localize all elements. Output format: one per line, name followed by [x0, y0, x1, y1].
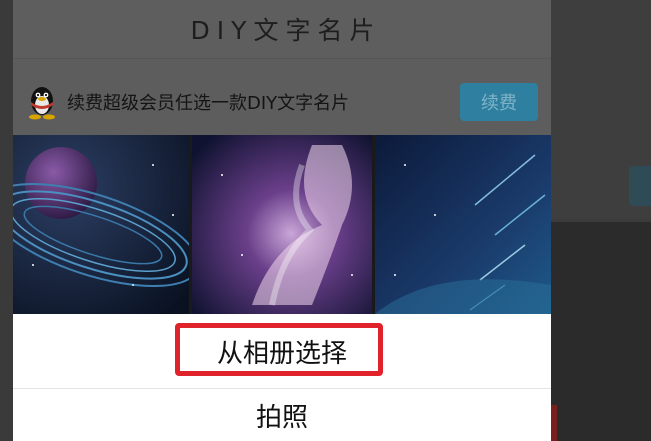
qq-penguin-icon [25, 84, 59, 120]
background-app-red-edge [551, 405, 557, 441]
promo-bar: 续费超级会员任选一款DIY文字名片 续费 [13, 59, 551, 135]
promo-text: 续费超级会员任选一款DIY文字名片 [67, 93, 350, 114]
phone-screen: DIY文字名片 续费超级会员任选一款DIY文字名片 续费 从相册选择 拍照 [13, 0, 551, 441]
action-sheet: 从相册选择 拍照 [13, 314, 551, 441]
background-app-panel [551, 0, 651, 441]
nebula-thumbnail[interactable] [192, 135, 372, 314]
background-app-tab [629, 166, 651, 206]
highlight-annotation-box [175, 323, 383, 376]
renew-button[interactable]: 续费 [460, 83, 538, 121]
page-title: DIY文字名片 [190, 16, 382, 45]
title-bar: DIY文字名片 [13, 0, 551, 59]
take-photo-option[interactable]: 拍照 [13, 390, 551, 441]
template-gallery [13, 135, 551, 314]
sheet-divider [13, 388, 551, 389]
background-app-lower [551, 222, 651, 441]
meteor-shower-thumbnail[interactable] [375, 135, 551, 314]
planet-ring-thumbnail[interactable] [13, 135, 189, 314]
left-background-strip [0, 0, 13, 441]
